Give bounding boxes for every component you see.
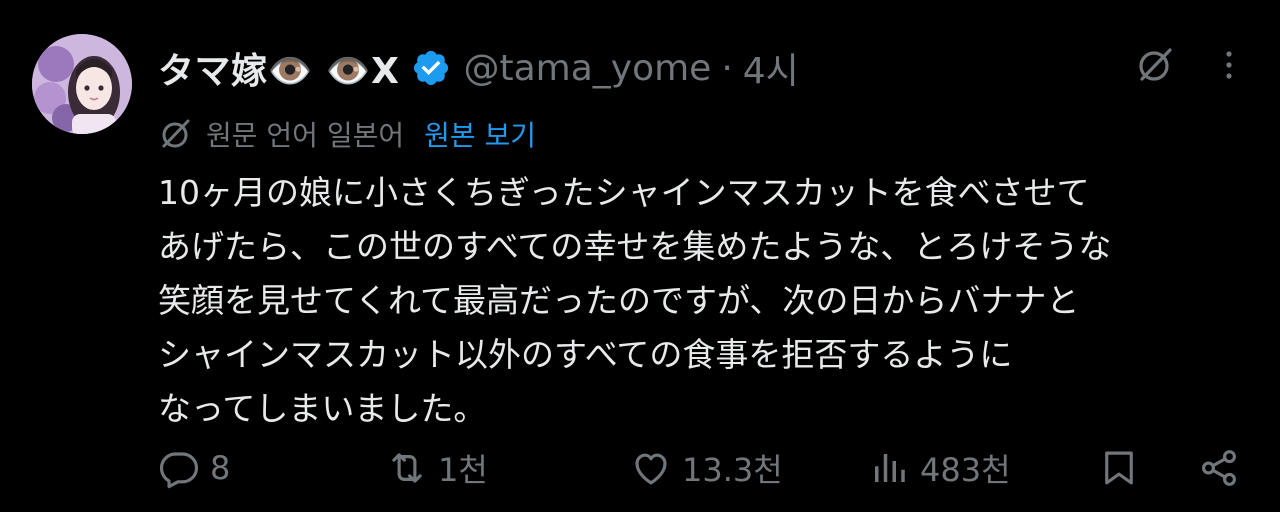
tweet-text: 10ヶ月の娘に小さくちぎったシャインマスカットを食べさせて あげたら、この世のす… (158, 166, 1248, 436)
tweet-header: タマ嫁👁️ 👁️X @tama_yome · 4시 (158, 38, 799, 98)
reply-button[interactable]: 8 (158, 440, 230, 496)
action-bar: 8 1천 13.3천 483천 (0, 440, 1280, 496)
views-icon (875, 454, 905, 482)
tweet-text-line: シャインマスカット以外のすべての食事を拒否するように (158, 335, 1013, 374)
retweet-button[interactable]: 1천 (386, 440, 488, 496)
bookmark-button[interactable] (1098, 440, 1140, 496)
like-icon (635, 453, 667, 485)
tweet-text-line: 10ヶ月の娘に小さくちぎったシャインマスカットを食べさせて (158, 173, 1090, 212)
retweet-icon (392, 453, 422, 483)
show-original-link[interactable]: 원본 보기 (424, 114, 536, 154)
reply-icon (159, 452, 199, 489)
share-icon (1202, 450, 1236, 486)
bookmark-icon (1105, 451, 1133, 485)
like-button[interactable]: 13.3천 (630, 440, 783, 496)
more-icon[interactable] (1208, 44, 1250, 86)
avatar[interactable] (32, 34, 132, 134)
grok-translate-icon (162, 119, 190, 148)
retweet-count: 1천 (438, 451, 488, 489)
views-button[interactable]: 483천 (868, 440, 1011, 496)
share-button[interactable] (1198, 440, 1240, 496)
verified-badge-icon (414, 50, 449, 86)
grok-icon[interactable] (1134, 44, 1176, 86)
handle[interactable]: @tama_yome (463, 48, 711, 89)
timestamp[interactable]: 4시 (743, 42, 799, 94)
translation-bar: 원문 언어 일본어 원본 보기 (158, 112, 536, 156)
views-count: 483천 (920, 451, 1011, 489)
reply-count: 8 (210, 449, 231, 487)
separator-dot: · (721, 47, 733, 89)
tweet-text-line: なってしまいました。 (158, 389, 487, 428)
avatar-image (32, 34, 132, 134)
tweet-text-line: 笑顔を見せてくれて最高だったのですが、次の日からバナナと (158, 281, 1080, 320)
translation-note: 원문 언어 일본어 (206, 119, 405, 152)
like-count: 13.3천 (682, 451, 783, 489)
display-name[interactable]: タマ嫁👁️ 👁️X (158, 42, 399, 94)
tweet-text-line: あげたら、この世のすべての幸せを集めたような、とろけそうな (158, 227, 1112, 266)
